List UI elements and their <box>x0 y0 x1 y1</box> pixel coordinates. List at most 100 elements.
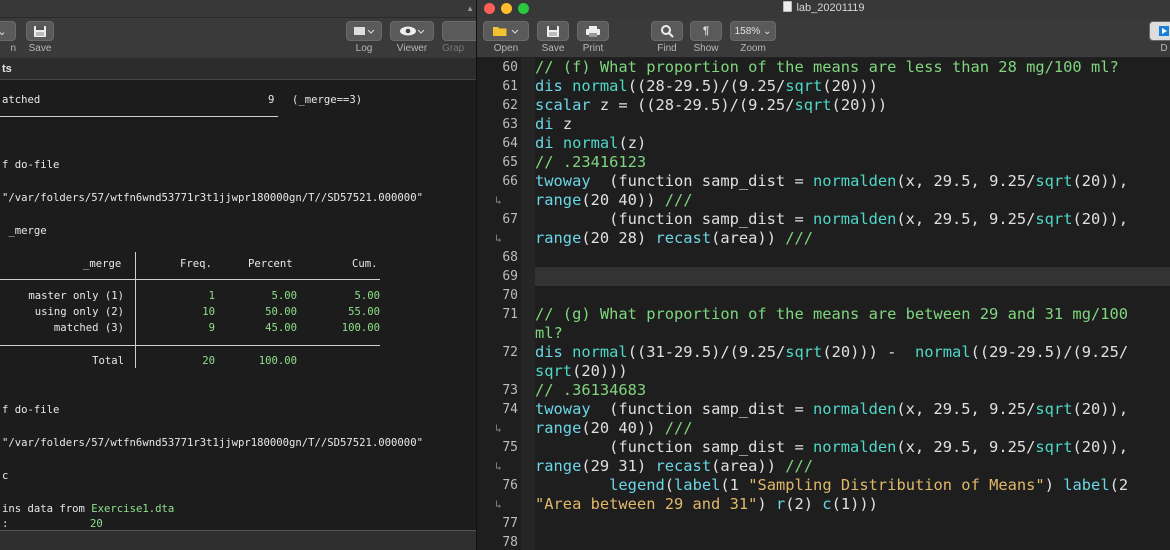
code-token: "Area between 29 and 31" <box>535 495 758 513</box>
line-number: 71 <box>502 307 518 322</box>
table-row-label: master only (1) <box>28 290 124 302</box>
find-button[interactable]: Find <box>651 21 683 54</box>
log-button[interactable]: Log <box>346 21 382 54</box>
zoom-value-box: 158% ⌄ <box>730 21 776 41</box>
code-line[interactable]: dis normal((28-29.5)/(9.25/sqrt(20))) <box>535 77 878 96</box>
code-line[interactable]: "Area between 29 and 31") r(2) c(1))) <box>535 495 878 514</box>
code-token: ) <box>1044 476 1064 494</box>
search-icon <box>651 21 683 41</box>
save-button[interactable]: Save <box>26 21 54 54</box>
code-line[interactable]: di normal(z) <box>535 134 646 153</box>
table-row-freq: 9 <box>208 322 215 334</box>
code-line[interactable]: scalar z = ((28-29.5)/(9.25/sqrt(20))) <box>535 96 887 115</box>
code-line[interactable]: (function samp_dist = normalden(x, 29.5,… <box>535 438 1128 457</box>
open-button[interactable]: Open <box>483 21 529 54</box>
code-line[interactable]: // (f) What proportion of the means are … <box>535 58 1119 77</box>
code-token: ) <box>757 495 776 513</box>
do-label: D <box>1160 43 1168 54</box>
code-token: (20))) - <box>822 343 915 361</box>
zoom-value: 158% <box>734 25 761 37</box>
code-token: normal <box>562 134 619 152</box>
code-line[interactable]: range(29 31) recast(area)) /// <box>535 457 813 476</box>
code-token: scalar <box>535 96 591 114</box>
code-token: (x, 29.5, 9.25/ <box>896 400 1036 418</box>
pilcrow-icon: ¶ <box>690 21 722 41</box>
open-button[interactable]: ⌄ n <box>0 21 16 54</box>
graph-label: Grap <box>442 43 465 54</box>
code-token: (area)) <box>711 457 786 475</box>
fold-margin <box>521 58 535 550</box>
code-token: (x, 29.5, 9.25/ <box>896 172 1036 190</box>
line-number: 66 <box>502 174 518 189</box>
code-token: normalden <box>812 210 897 228</box>
code-token: // .23416123 <box>535 153 647 171</box>
wrap-arrow-icon: ↳ <box>495 498 502 511</box>
code-token: normalden <box>813 400 897 418</box>
graph-button[interactable]: Grap <box>442 21 476 54</box>
code-token: legend <box>609 476 665 494</box>
print-button[interactable]: Print <box>577 21 609 54</box>
code-token: (20))) <box>822 77 878 95</box>
code-token: (function samp_dist = <box>590 400 813 418</box>
code-line[interactable]: twoway (function samp_dist = normalden(x… <box>535 400 1128 419</box>
obs-label: : <box>2 518 9 530</box>
wrap-arrow-icon: ↳ <box>495 194 502 207</box>
zoom-select[interactable]: 158% ⌄ Zoom <box>730 21 776 54</box>
save-button[interactable]: Save <box>537 21 569 54</box>
code-line[interactable]: sqrt(20))) <box>535 362 628 381</box>
code-line[interactable]: // (g) What proportion of the means are … <box>535 305 1128 324</box>
eye-icon <box>390 21 434 41</box>
code-token: normal <box>572 343 628 361</box>
code-token: label <box>674 476 721 494</box>
code-line[interactable]: // .23416123 <box>535 153 646 172</box>
code-line[interactable]: legend(label(1 "Sampling Distribution of… <box>535 476 1128 495</box>
code-token: (20 40)) <box>581 419 665 437</box>
scroll-up-arrow-icon[interactable]: ▲ <box>466 4 474 14</box>
line-number: 62 <box>502 98 518 113</box>
code-line[interactable]: // .36134683 <box>535 381 646 400</box>
code-editor[interactable]: 60 // (f) What proportion of the means ar… <box>477 58 1170 550</box>
line-number: 65 <box>502 155 518 170</box>
graph-icon <box>442 21 476 41</box>
document-icon <box>783 1 793 12</box>
code-token: dis <box>535 343 563 361</box>
code-token: normalden <box>812 438 897 456</box>
code-token: (2 <box>1109 476 1129 494</box>
code-line[interactable]: di z <box>535 115 572 134</box>
printer-icon <box>577 21 609 41</box>
table-row-freq: 1 <box>208 290 215 302</box>
code-token: ( <box>664 476 675 494</box>
line-number: 75 <box>502 440 518 455</box>
contains-file: Exercise1.dta <box>91 503 175 515</box>
table-row-cum: 5.00 <box>354 290 380 302</box>
code-line[interactable]: range(20 40)) /// <box>535 191 693 210</box>
code-token: range <box>535 191 582 209</box>
do-button[interactable]: D <box>1149 21 1170 54</box>
viewer-button[interactable]: Viewer <box>390 21 434 54</box>
code-token: ((28-29.5)/(9.25/ <box>627 77 786 95</box>
code-token: // .36134683 <box>535 381 647 399</box>
code-line[interactable]: twoway (function samp_dist = normalden(x… <box>535 172 1128 191</box>
table-row-percent: 5.00 <box>271 290 297 302</box>
code-token: ((31-29.5)/(9.25/ <box>627 343 786 361</box>
code-token: // (g) What proportion of the means are … <box>535 305 1129 323</box>
code-token: (function samp_dist = <box>590 172 813 190</box>
code-line[interactable]: (function samp_dist = normalden(x, 29.5,… <box>535 210 1128 229</box>
code-token: (function samp_dist = <box>535 210 813 228</box>
code-token: (x, 29.5, 9.25/ <box>896 210 1036 228</box>
code-token: sqrt <box>785 343 823 361</box>
code-token: range <box>535 229 582 247</box>
code-token: (29 31) <box>581 457 656 475</box>
code-line[interactable]: dis normal((31-29.5)/(9.25/sqrt(20))) - … <box>535 343 1128 362</box>
line-number: 74 <box>502 402 518 417</box>
command-input[interactable] <box>0 530 476 550</box>
line-number: 68 <box>502 250 518 265</box>
code-token: normalden <box>813 172 897 190</box>
code-line[interactable]: ml? <box>535 324 563 343</box>
table-total-rule <box>0 345 380 346</box>
code-line[interactable]: range(20 40)) /// <box>535 419 693 438</box>
code-line[interactable]: range(20 28) recast(area)) /// <box>535 229 813 248</box>
show-button[interactable]: ¶ Show <box>690 21 722 54</box>
